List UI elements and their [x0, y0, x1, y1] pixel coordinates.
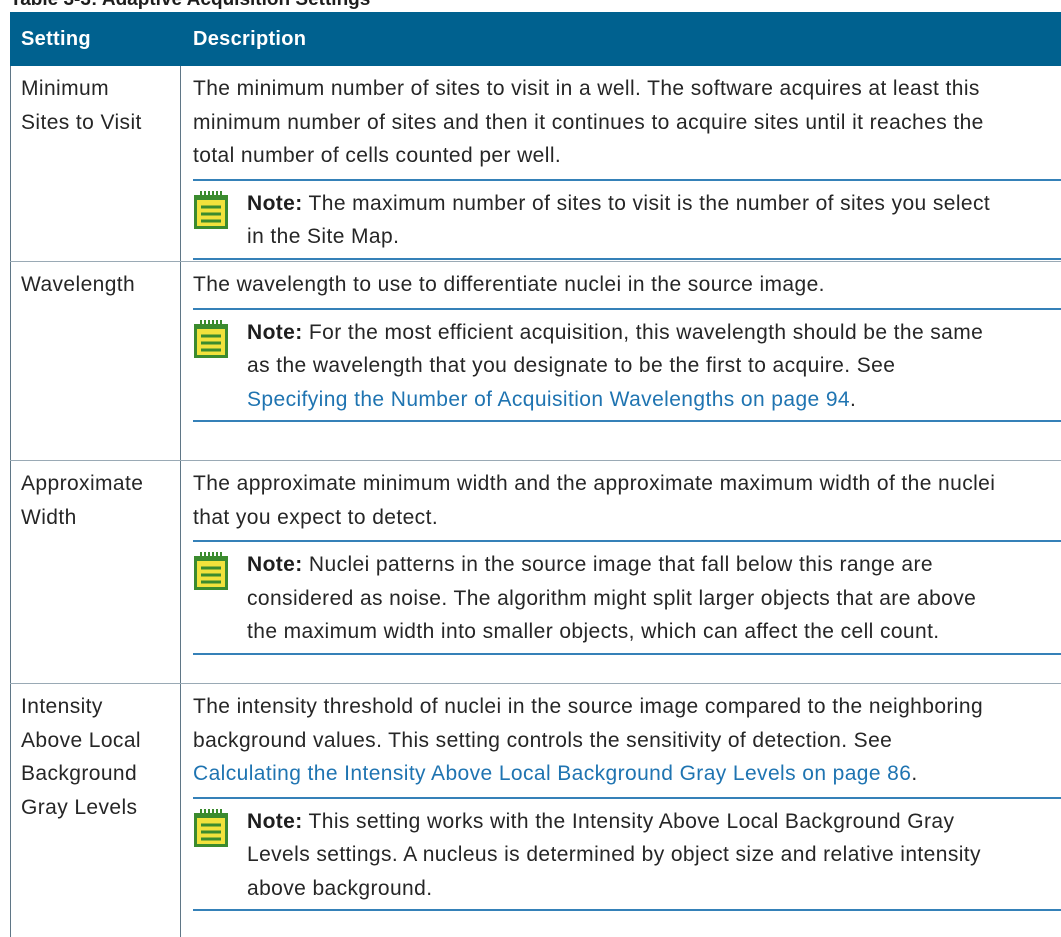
description-line: The intensity threshold of nuclei in the…: [193, 695, 984, 718]
note-text-line: Specifying the Number of Acquisition Wav…: [247, 383, 1061, 417]
table-caption: Table 3-3: Adaptive Acquisition Settings: [10, 0, 370, 10]
note-text-segment: This setting works with the Intensity Ab…: [308, 809, 955, 833]
description-cell: The intensity threshold of nuclei in the…: [181, 684, 1061, 937]
description-line: total number of cells counted per well.: [193, 144, 562, 167]
note-icon: [193, 316, 247, 417]
note-text: Note: The maximum number of sites to vis…: [247, 187, 1061, 254]
setting-name-line: Gray Levels: [21, 795, 138, 819]
setting-name-line: Sites to Visit: [21, 110, 142, 134]
note-icon: [193, 187, 247, 254]
note-text-line: above background.: [247, 876, 433, 900]
note-icon: [193, 805, 247, 906]
note-label: Note:: [247, 553, 303, 576]
note-box: Note: The maximum number of sites to vis…: [193, 178, 1061, 260]
note-box: Note: This setting works with the Intens…: [193, 796, 1061, 911]
note-text-line: considered as noise. The algorithm might…: [247, 586, 977, 610]
note-text-line: in the Site Map.: [247, 225, 400, 248]
description-line: The wavelength to use to differentiate n…: [193, 273, 825, 296]
table-row: Minimum Sites to Visit The minimum numbe…: [10, 66, 1061, 262]
description-line: minimum number of sites and then it cont…: [193, 110, 984, 134]
note-text: Note: For the most efficient acquisition…: [247, 316, 1061, 417]
cross-reference-link[interactable]: Specifying the Number of Acquisition Wav…: [247, 388, 850, 411]
note-text: Note: Nuclei patterns in the source imag…: [247, 548, 1061, 649]
note-label: Note:: [247, 320, 303, 344]
note-text-line: Note: This setting works with the Intens…: [247, 805, 1061, 839]
note-text-line: as the wavelength that you designate to …: [247, 354, 896, 377]
table-header-row: Setting Description: [10, 12, 1061, 66]
setting-name-line: Minimum: [21, 77, 109, 100]
header-cell-description: Description: [193, 27, 307, 50]
setting-name-line: Wavelength: [21, 273, 136, 296]
note-text: Note: This setting works with the Intens…: [247, 805, 1061, 906]
document-page: Table 3-3: Adaptive Acquisition Settings…: [0, 0, 1061, 937]
description-cell: The wavelength to use to differentiate n…: [181, 262, 1061, 460]
setting-name-line: Above Local: [21, 728, 141, 752]
description-line: The approximate minimum width and the ap…: [193, 472, 996, 495]
description-line: The minimum number of sites to visit in …: [193, 77, 980, 100]
note-icon: [193, 548, 247, 649]
note-label: Note:: [247, 191, 303, 215]
note-text-segment: Nuclei patterns in the source image that…: [308, 553, 933, 576]
setting-name-cell: Approximate Width: [10, 461, 181, 683]
note-box: Note: Nuclei patterns in the source imag…: [193, 540, 1061, 655]
note-text-line: Levels settings. A nucleus is determined…: [247, 843, 981, 866]
link-suffix: .: [911, 762, 918, 785]
note-text-segment: For the most efficient acquisition, this…: [308, 320, 984, 344]
setting-name-line: Approximate: [21, 472, 144, 495]
note-text-line: the maximum width into smaller objects, …: [247, 620, 940, 643]
setting-name-cell: Minimum Sites to Visit: [10, 66, 181, 261]
table-row: Intensity Above Local Background Gray Le…: [10, 684, 1061, 937]
link-suffix: .: [850, 387, 857, 411]
description-line: that you expect to detect.: [193, 505, 439, 529]
description-line: Calculating the Intensity Above Local Ba…: [193, 757, 1061, 791]
adaptive-acquisition-settings-table: Setting Description Minimum Sites to Vis…: [10, 12, 1061, 937]
note-box: Note: For the most efficient acquisition…: [193, 307, 1061, 422]
setting-name-line: Background: [21, 762, 138, 785]
description-cell: The minimum number of sites to visit in …: [181, 66, 1061, 261]
setting-name-cell: Intensity Above Local Background Gray Le…: [10, 684, 181, 937]
table-row: Approximate Width The approximate minimu…: [10, 461, 1061, 684]
note-label: Note:: [247, 809, 303, 833]
setting-name-line: Width: [21, 505, 77, 529]
description-cell: The approximate minimum width and the ap…: [181, 461, 1061, 683]
header-cell-setting: Setting: [21, 27, 91, 50]
note-text-segment: The maximum number of sites to visit is …: [308, 191, 991, 215]
table-row: Wavelength The wavelength to use to diff…: [10, 262, 1061, 461]
setting-name-cell: Wavelength: [10, 262, 181, 460]
note-text-line: Note: The maximum number of sites to vis…: [247, 187, 1061, 221]
note-text-line: Note: For the most efficient acquisition…: [247, 316, 1061, 350]
note-text-line: Note: Nuclei patterns in the source imag…: [247, 548, 1061, 582]
cross-reference-link[interactable]: Calculating the Intensity Above Local Ba…: [193, 762, 911, 785]
description-line: background values. This setting controls…: [193, 728, 893, 752]
setting-name-line: Intensity: [21, 695, 103, 718]
